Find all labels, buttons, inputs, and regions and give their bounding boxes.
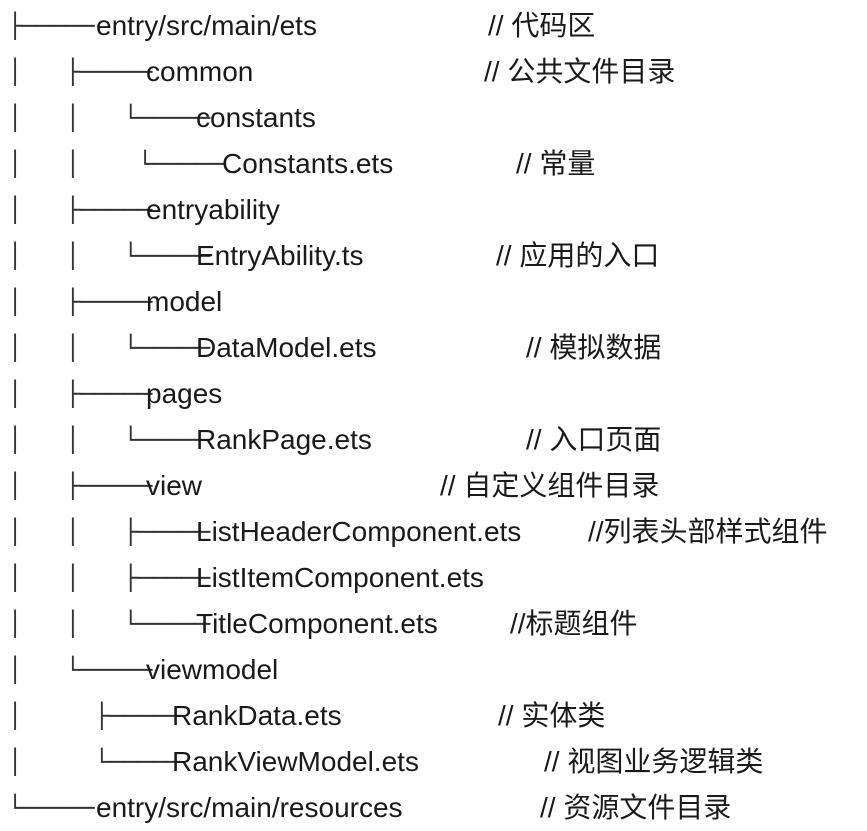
tree-node-comment: // 自定义组件目录: [440, 470, 660, 501]
tree-connector: │ ├─────: [8, 472, 153, 500]
tree-node-label: viewmodel: [146, 654, 279, 685]
tree-connector: │ │ ├─────: [8, 518, 211, 546]
tree-node-label: constants: [196, 102, 316, 133]
tree-node-comment: // 模拟数据: [526, 332, 662, 363]
tree-row-entryability: │ ├───── entryability: [0, 187, 867, 233]
tree-connector: │ ├─────: [8, 380, 153, 408]
tree-node-label: RankData.ets: [172, 700, 342, 731]
tree-node-label: TitleComponent.ets: [196, 608, 438, 639]
tree-connector: │ ├─────: [8, 196, 153, 224]
tree-row-datamodel: │ │ └───── DataModel.ets // 模拟数据: [0, 325, 867, 371]
tree-row-constants-file: │ │ └───── Constants.ets // 常量: [0, 141, 867, 187]
tree-row-rankpage: │ │ └───── RankPage.ets // 入口页面: [0, 417, 867, 463]
tree-connector: │ │ └─────: [8, 426, 211, 454]
tree-node-label: ListHeaderComponent.ets: [196, 516, 522, 547]
tree-row-viewmodel: │ └───── viewmodel: [0, 647, 867, 693]
tree-row-view: │ ├───── view // 自定义组件目录: [0, 463, 867, 509]
tree-row-title: │ │ └───── TitleComponent.ets //标题组件: [0, 601, 867, 647]
tree-row-entryability-ts: │ │ └───── EntryAbility.ts // 应用的入口: [0, 233, 867, 279]
tree-row-pages: │ ├───── pages: [0, 371, 867, 417]
tree-node-comment: // 公共文件目录: [484, 56, 676, 87]
tree-node-label: common: [146, 56, 254, 87]
tree-node-comment: // 常量: [516, 148, 596, 179]
tree-node-comment: //标题组件: [510, 608, 638, 639]
tree-node-label: EntryAbility.ts: [196, 240, 364, 271]
tree-node-comment: // 应用的入口: [496, 240, 660, 271]
tree-node-label: ListItemComponent.ets: [196, 562, 484, 593]
tree-connector: │ ├─────: [8, 58, 153, 86]
tree-node-comment: // 入口页面: [526, 424, 662, 455]
tree-node-comment: // 资源文件目录: [540, 792, 732, 823]
directory-tree: ├───── entry/src/main/ets // 代码区 │ ├────…: [0, 0, 867, 828]
tree-connector: └─────: [8, 794, 95, 822]
tree-node-label: model: [146, 286, 223, 317]
tree-node-comment: // 代码区: [488, 10, 596, 41]
tree-node-label: entryability: [146, 194, 280, 225]
tree-connector: │ │ ├─────: [8, 564, 211, 592]
tree-node-label: entry/src/main/ets: [96, 10, 317, 41]
tree-node-comment: // 视图业务逻辑类: [544, 746, 764, 777]
tree-node-label: pages: [146, 378, 223, 409]
tree-row-common: │ ├───── common // 公共文件目录: [0, 49, 867, 95]
tree-node-label: RankPage.ets: [196, 424, 372, 455]
tree-row-resources: └───── entry/src/main/resources // 资源文件目…: [0, 785, 867, 831]
tree-node-label: DataModel.ets: [196, 332, 377, 363]
tree-row-listitem: │ │ ├───── ListItemComponent.ets: [0, 555, 867, 601]
tree-row-model: │ ├───── model: [0, 279, 867, 325]
tree-node-label: Constants.ets: [222, 148, 394, 179]
tree-row-rankdata: │ ├───── RankData.ets // 实体类: [0, 693, 867, 739]
tree-connector: │ │ └─────: [8, 610, 211, 638]
tree-connector: │ └─────: [8, 656, 153, 684]
tree-connector: │ ├─────: [8, 702, 182, 730]
tree-node-comment: // 实体类: [498, 700, 606, 731]
tree-row-listheader: │ │ ├───── ListHeaderComponent.ets //列表头…: [0, 509, 867, 555]
tree-connector: ├─────: [8, 12, 95, 40]
tree-connector: │ │ └─────: [8, 150, 225, 178]
tree-connector: │ │ └─────: [8, 242, 211, 270]
tree-node-label: entry/src/main/resources: [96, 792, 403, 823]
tree-node-label: view: [146, 470, 203, 501]
tree-row-rankviewmodel: │ └───── RankViewModel.ets // 视图业务逻辑类: [0, 739, 867, 785]
tree-row-constants-dir: │ │ └───── constants: [0, 95, 867, 141]
tree-connector: │ │ └─────: [8, 334, 211, 362]
tree-connector: │ │ └─────: [8, 104, 211, 132]
tree-connector: │ └─────: [8, 748, 182, 776]
tree-connector: │ ├─────: [8, 288, 153, 316]
tree-node-comment: //列表头部样式组件: [588, 516, 828, 547]
tree-row-entry-ets: ├───── entry/src/main/ets // 代码区: [0, 3, 867, 49]
tree-node-label: RankViewModel.ets: [172, 746, 419, 777]
